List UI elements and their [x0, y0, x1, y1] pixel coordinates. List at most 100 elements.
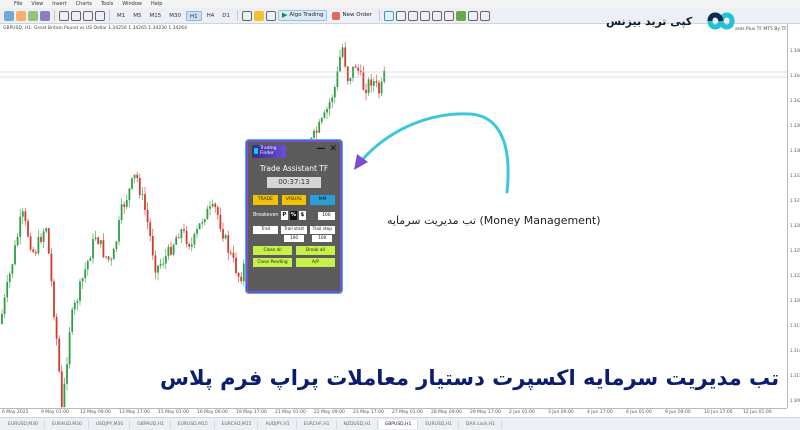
menu-insert[interactable]: Insert	[52, 0, 66, 8]
trade-signals-icon[interactable]	[383, 10, 394, 21]
indicators-icon[interactable]	[242, 10, 253, 21]
symbol-tab[interactable]: EURUSD,M30	[2, 419, 45, 429]
symbol-tab[interactable]: NZDUSD,H1	[338, 419, 378, 429]
symbol-tab[interactable]: EURCAD,M15	[216, 419, 259, 429]
symbol-tab[interactable]: AUDJPY,H1	[259, 419, 297, 429]
candle-body	[235, 257, 237, 274]
candle-body	[125, 200, 128, 207]
time-tick: 2 Jun 01:00	[509, 410, 535, 415]
text-tool-icon[interactable]	[83, 10, 93, 21]
breakeven-dollar-toggle[interactable]: $	[298, 211, 306, 220]
navigator-icon[interactable]	[40, 10, 50, 21]
tf-m5[interactable]: M5	[130, 11, 144, 21]
tab-visual[interactable]: VISUAL	[281, 195, 307, 205]
profiles-icon[interactable]	[16, 10, 26, 21]
candle-body	[203, 219, 206, 223]
new-order-button[interactable]: New Order	[329, 10, 374, 21]
grid-icon[interactable]	[479, 10, 490, 21]
trail-start-input[interactable]: 100	[283, 235, 304, 242]
symbol-tab[interactable]: EURAUD,M30	[46, 419, 89, 429]
time-axis[interactable]: 6 May 2025 9 May 01:00 12 May 09:00 13 May …	[0, 408, 787, 417]
candle-body	[344, 47, 347, 67]
candle-body	[110, 259, 113, 261]
new-chart-icon[interactable]	[4, 10, 14, 21]
autoscroll-icon[interactable]	[443, 10, 454, 21]
menu-window[interactable]: Window	[122, 0, 142, 8]
symbol-tab[interactable]: EURUSD,M15	[172, 419, 215, 429]
price-axis[interactable]: 1.3468 1.3448 1.3420 1.3393 1.3365 1.3338 1.33…	[787, 24, 800, 408]
candle-body	[120, 204, 123, 221]
tf-m15[interactable]: M15	[147, 11, 165, 21]
price-tick: 1.3448	[790, 73, 800, 78]
tf-m1[interactable]: M1	[114, 11, 128, 21]
algo-trading-button[interactable]: ▶ Algo Trading	[278, 10, 328, 21]
candle-body	[211, 203, 214, 207]
symbol-tab[interactable]: EURUSD,H1	[419, 419, 459, 429]
close-icon[interactable]: ✕	[329, 145, 337, 154]
candle-body	[315, 130, 318, 133]
tile-windows-icon[interactable]	[419, 10, 430, 21]
menu-tools[interactable]: Tools	[101, 0, 113, 8]
candle-body	[79, 281, 81, 301]
candle-body	[66, 364, 68, 384]
candle-body	[84, 269, 87, 279]
price-tick: 1.3310	[790, 198, 800, 203]
trail-start-button[interactable]: Trail start	[281, 226, 307, 234]
trail-button[interactable]: Trail	[253, 226, 279, 234]
candle-body	[375, 81, 378, 83]
minimize-icon[interactable]: —	[316, 145, 325, 154]
time-tick: 19 May 17:00	[236, 410, 267, 415]
tab-trade[interactable]: TRADE	[253, 195, 278, 205]
trendline-icon[interactable]	[71, 10, 81, 21]
menu-help[interactable]: Help	[151, 0, 162, 8]
candle-body	[63, 383, 66, 408]
close-all-button[interactable]: Close all	[253, 246, 292, 255]
break-all-button[interactable]: Break all	[296, 246, 335, 255]
market-watch-icon[interactable]	[28, 10, 38, 21]
price-tick: 1.3173	[790, 323, 800, 328]
time-tick: 22 May 09:00	[314, 410, 345, 415]
ap-button[interactable]: A/P	[296, 258, 335, 267]
chart-shift-icon[interactable]	[431, 10, 442, 21]
chart-type-icon[interactable]	[266, 10, 277, 21]
shapes-icon[interactable]	[95, 10, 105, 21]
symbol-tab[interactable]: EURCHF,H1	[298, 419, 337, 429]
menu-file[interactable]: File	[14, 0, 22, 8]
close-pending-button[interactable]: Close Pending	[253, 258, 292, 267]
tf-h1[interactable]: H1	[186, 10, 202, 21]
logo-text: کپی ترید بیزنس	[606, 14, 693, 28]
tf-h4[interactable]: H4	[204, 11, 218, 21]
crosshair-icon[interactable]	[59, 10, 69, 21]
breakeven-points-toggle[interactable]: P	[280, 211, 288, 220]
zoom-in-icon[interactable]	[395, 10, 406, 21]
menu-view[interactable]: View	[31, 0, 43, 8]
symbol-tab[interactable]: GBPUSD,H1	[378, 419, 419, 429]
breakeven-percent-toggle[interactable]: %	[289, 211, 297, 220]
time-tick: 12 May 09:00	[80, 410, 111, 415]
symbol-tab[interactable]: GBPAUD,H1	[131, 419, 171, 429]
candle-body	[328, 102, 331, 110]
breakeven-value-input[interactable]: 100	[317, 211, 336, 220]
symbol-tab[interactable]: DAX.cash,H1	[460, 419, 502, 429]
candle-body	[128, 188, 131, 201]
candle-body	[133, 174, 136, 179]
settings-icon[interactable]	[455, 10, 466, 21]
trail-step-input[interactable]: 100	[312, 235, 333, 242]
candle-body	[24, 211, 27, 221]
candle-body	[224, 235, 227, 239]
tab-mm[interactable]: MM	[310, 195, 336, 205]
menu-charts[interactable]: Charts	[76, 0, 92, 8]
zoom-out-icon[interactable]	[407, 10, 418, 21]
screenshot-icon[interactable]	[467, 10, 478, 21]
symbol-tab[interactable]: USDJPY,M30	[90, 419, 131, 429]
templates-icon[interactable]	[254, 10, 265, 21]
candle-body	[175, 237, 178, 245]
breakeven-label: Breakeven	[253, 213, 279, 218]
tf-m30[interactable]: M30	[166, 11, 184, 21]
tf-d1[interactable]: D1	[219, 11, 233, 21]
trail-step-button[interactable]: Trail step	[309, 226, 335, 234]
candle-body	[14, 245, 16, 265]
candle-body	[198, 223, 201, 230]
panel-header[interactable]: Trading Finder — ✕	[248, 142, 340, 161]
candle-body	[185, 230, 188, 245]
